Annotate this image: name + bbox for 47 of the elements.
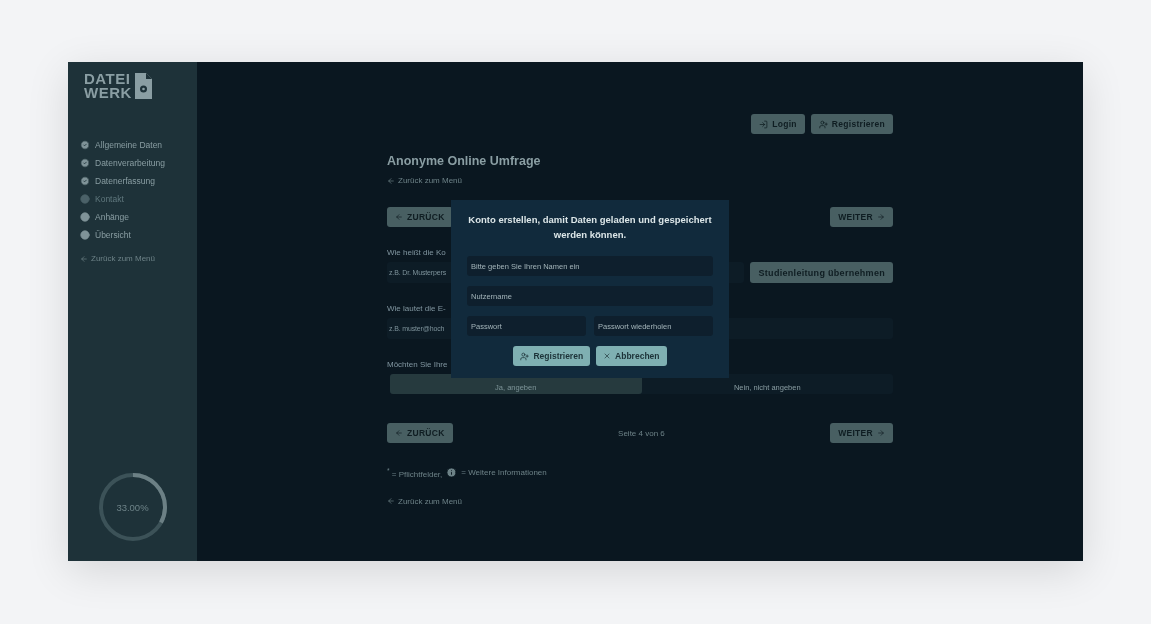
adopt-study-lead-button[interactable]: Studienleitung übernehmen — [750, 262, 893, 283]
login-button[interactable]: Login — [751, 114, 805, 134]
dialog-title: Konto erstellen, damit Daten geladen und gespeichert werden können. — [467, 213, 713, 242]
user-plus-icon — [520, 351, 530, 361]
page-indicator: Seite 4 von 6 — [618, 428, 665, 438]
circle-icon — [80, 194, 90, 204]
sidebar-step[interactable]: Datenverarbeitung — [80, 158, 185, 168]
required-legend: $^{*}$ = Pflichtfelder, — [387, 467, 443, 479]
progress-reading: 33.00% — [116, 501, 149, 513]
check-circle-icon — [80, 158, 90, 168]
question-label: Möchten Sie Ihre — [387, 360, 449, 369]
logo-text: DATEI WERK — [84, 72, 132, 100]
arrow-left-icon — [387, 176, 395, 185]
arrow-left-icon — [395, 213, 403, 221]
register-button[interactable]: Registrieren — [810, 114, 893, 134]
back-to-menu-link[interactable]: Zurück zum Menü — [387, 496, 463, 506]
arrow-left-icon — [395, 429, 403, 437]
arrow-left-icon — [387, 497, 395, 506]
back-to-menu-link[interactable]: Zurück zum Menü — [387, 176, 463, 185]
file-gear-icon — [134, 73, 152, 99]
check-circle-icon — [80, 140, 90, 150]
arrow-left-icon — [80, 254, 88, 263]
check-circle-icon — [80, 176, 90, 186]
circle-icon — [80, 212, 90, 222]
sidebar-step[interactable]: Datenerfassung — [80, 176, 185, 186]
user-plus-icon — [818, 119, 828, 129]
info-legend: = Weitere Informationen — [461, 468, 547, 478]
circle-icon — [80, 230, 90, 240]
sidebar-step[interactable]: Allgemeine Daten — [80, 140, 185, 150]
sidebar-step[interactable]: Anhänge — [80, 212, 185, 222]
back-button[interactable]: ZURÜCK — [387, 207, 453, 227]
back-button[interactable]: ZURÜCK — [387, 423, 453, 443]
next-button[interactable]: WEITER — [830, 423, 893, 443]
question-label: Wie heißt die Ko — [387, 248, 447, 257]
arrow-right-icon — [877, 213, 885, 221]
question-label: Wie lautet die E- — [387, 304, 447, 313]
page-title: Anonyme Online Umfrage — [387, 154, 542, 168]
login-icon — [759, 119, 769, 129]
register-button[interactable]: Registrieren — [513, 346, 591, 366]
close-icon — [603, 352, 612, 360]
next-button[interactable]: WEITER — [830, 207, 893, 227]
sidebar-step[interactable]: Kontakt — [80, 194, 185, 204]
info-icon — [446, 467, 458, 479]
arrow-right-icon — [877, 429, 885, 437]
cancel-button[interactable]: Abbrechen — [596, 346, 667, 366]
sidebar-step[interactable]: Übersicht — [80, 230, 185, 240]
back-to-menu-link[interactable]: Zurück zum Menü — [80, 254, 185, 263]
